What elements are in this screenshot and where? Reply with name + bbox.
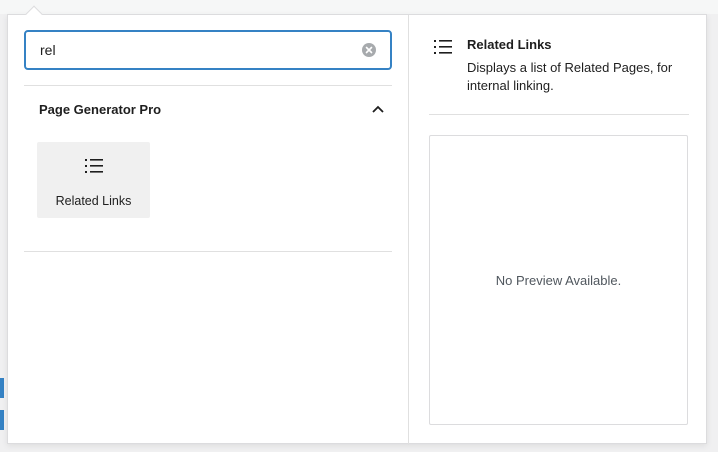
block-search-input[interactable]: [26, 32, 346, 68]
list-icon: [84, 159, 103, 173]
category-title: Page Generator Pro: [39, 101, 162, 117]
block-search-field[interactable]: [24, 30, 392, 70]
block-item-related-links[interactable]: Related Links: [37, 142, 150, 218]
divider: [24, 85, 392, 86]
clear-circle-icon: [365, 46, 373, 54]
block-detail-title: Related Links: [467, 37, 552, 52]
divider: [429, 114, 689, 115]
block-category-header: Page Generator Pro: [24, 97, 392, 121]
background-strip: [0, 0, 718, 14]
inserter-main-panel: Page Generator Pro Related Links: [8, 15, 408, 445]
block-item-label: Related Links: [55, 194, 132, 208]
no-preview-text: No Preview Available.: [495, 272, 622, 288]
list-icon: [434, 40, 452, 54]
chevron-up-icon: [372, 105, 384, 113]
block-inserter-popover: Page Generator Pro Related Links: [7, 5, 708, 445]
divider: [24, 251, 392, 252]
category-toggle-button[interactable]: [366, 97, 390, 121]
background-accent: [0, 410, 4, 430]
block-preview-panel: Related Links Displays a list of Related…: [408, 15, 708, 445]
clear-search-button[interactable]: [362, 43, 376, 57]
block-detail-description: Displays a list of Related Pages, for in…: [467, 60, 673, 93]
block-preview-area: No Preview Available.: [429, 135, 688, 425]
background-accent: [0, 378, 4, 398]
